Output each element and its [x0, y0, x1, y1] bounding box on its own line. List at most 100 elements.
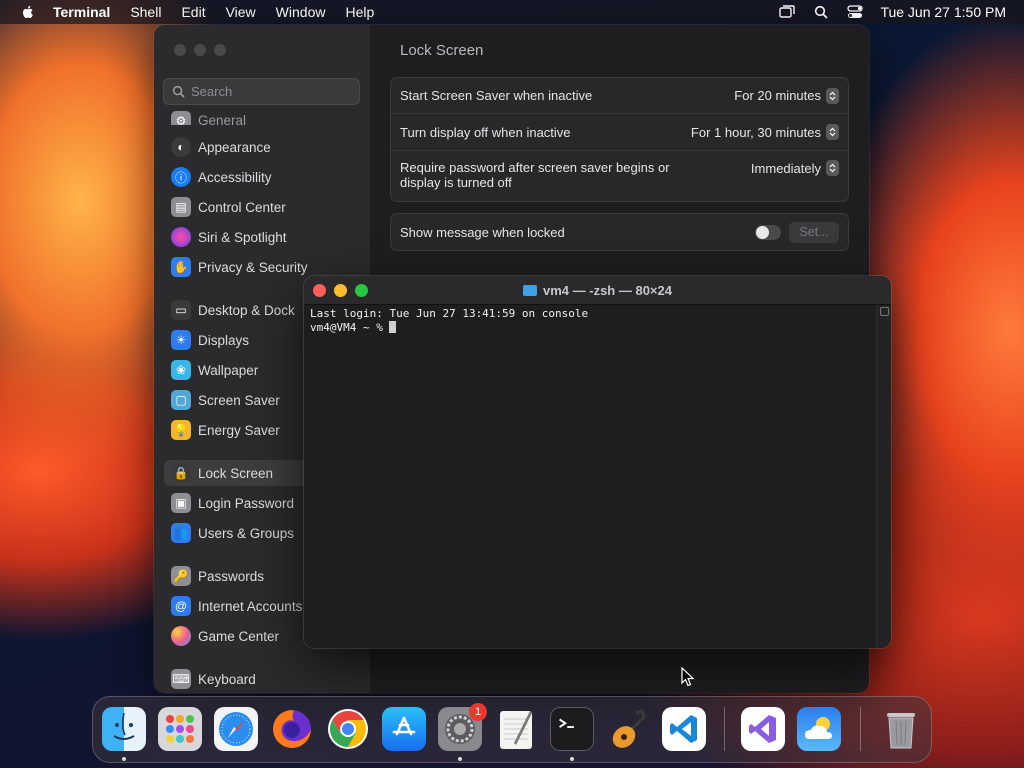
- terminal-scrollbar[interactable]: [876, 305, 891, 648]
- key-icon: 🔑: [171, 566, 191, 586]
- terminal-output[interactable]: Last login: Tue Jun 27 13:41:59 on conso…: [310, 307, 875, 648]
- menu-edit[interactable]: Edit: [181, 4, 205, 20]
- accessibility-icon: ⓘ: [171, 167, 191, 187]
- search-placeholder: Search: [191, 84, 233, 99]
- hand-icon: ✋: [171, 257, 191, 277]
- launchpad-icon[interactable]: [158, 707, 202, 751]
- weather-icon[interactable]: [797, 707, 841, 751]
- popup-value: For 20 minutes: [734, 88, 821, 103]
- require-password-popup[interactable]: Immediately: [751, 160, 839, 176]
- terminal-titlebar[interactable]: vm4 — -zsh — 80×24: [304, 276, 891, 305]
- at-icon: @: [171, 596, 191, 616]
- row-label: Require password after screen saver begi…: [400, 160, 670, 190]
- keyboard-icon: ⌨: [171, 669, 191, 689]
- visual-studio-icon[interactable]: [741, 707, 785, 751]
- control-center-icon: ▤: [171, 197, 191, 217]
- trash-icon[interactable]: [879, 707, 923, 751]
- display-off-popup[interactable]: For 1 hour, 30 minutes: [691, 124, 839, 140]
- spotlight-search-icon[interactable]: [812, 4, 830, 20]
- sidebar-item-label: Keyboard: [198, 671, 256, 687]
- menu-bar: Terminal Shell Edit View Window Help Tue…: [0, 0, 1024, 24]
- running-indicator: [570, 757, 574, 761]
- safari-icon[interactable]: [214, 707, 258, 751]
- window-controls-inactive: [174, 44, 226, 56]
- chevron-up-down-icon: [826, 160, 839, 176]
- game-center-icon: [171, 626, 191, 646]
- dock-separator: [860, 707, 861, 751]
- sidebar-item-label: Game Center: [198, 628, 280, 644]
- energy-icon: 💡: [171, 420, 191, 440]
- row-label: Show message when locked: [400, 224, 565, 240]
- menu-clock[interactable]: Tue Jun 27 1:50 PM: [880, 4, 1006, 20]
- screen-mirroring-icon[interactable]: [778, 4, 796, 20]
- terminal-icon[interactable]: [550, 707, 594, 751]
- settings-search-field[interactable]: Search: [163, 78, 360, 105]
- vscode-icon[interactable]: [662, 707, 706, 751]
- close-button[interactable]: [174, 44, 186, 56]
- menu-help[interactable]: Help: [345, 4, 374, 20]
- message-group: Show message when locked Set...: [390, 213, 849, 251]
- sidebar-item-label: Appearance: [198, 139, 271, 155]
- finder-icon[interactable]: [102, 707, 146, 751]
- sidebar-item-label: Wallpaper: [198, 362, 259, 378]
- menu-app-name[interactable]: Terminal: [53, 4, 110, 20]
- sidebar-item-label: Screen Saver: [198, 392, 280, 408]
- popup-value: For 1 hour, 30 minutes: [690, 124, 821, 140]
- sidebar-item-control-center[interactable]: ▤ Control Center: [164, 194, 360, 220]
- garageband-icon[interactable]: [606, 707, 650, 751]
- sidebar-item-label: Lock Screen: [198, 465, 274, 481]
- menu-shell[interactable]: Shell: [130, 4, 161, 20]
- folder-icon: [523, 285, 537, 296]
- sidebar-item-label: Desktop & Dock: [198, 302, 295, 318]
- set-message-button[interactable]: Set...: [789, 221, 839, 243]
- zoom-button[interactable]: [214, 44, 226, 56]
- firefox-icon[interactable]: [270, 707, 314, 751]
- screen-saver-popup[interactable]: For 20 minutes: [734, 87, 839, 104]
- chevron-up-down-icon: [826, 87, 839, 104]
- chevron-up-down-icon: [826, 124, 839, 140]
- sidebar-item-general[interactable]: ⚙ General: [164, 107, 360, 125]
- wallpaper-icon: ❀: [171, 360, 191, 380]
- terminal-title: vm4 — -zsh — 80×24: [304, 283, 891, 298]
- show-message-row: Show message when locked Set...: [391, 214, 848, 250]
- menu-window[interactable]: Window: [276, 4, 326, 20]
- sidebar-item-label: General: [198, 113, 247, 125]
- popup-value: Immediately: [750, 160, 821, 176]
- app-store-icon[interactable]: [382, 707, 426, 751]
- show-message-toggle[interactable]: [755, 224, 781, 240]
- screen-saver-row: Start Screen Saver when inactive For 20 …: [391, 78, 848, 114]
- display-off-row: Turn display off when inactive For 1 hou…: [391, 114, 848, 151]
- text-cursor: [389, 321, 397, 333]
- sidebar-item-keyboard[interactable]: ⌨ Keyboard: [164, 666, 360, 692]
- row-label-line2: display is turned off: [400, 175, 512, 190]
- users-icon: 👥: [171, 523, 191, 543]
- notification-badge: 1: [469, 703, 487, 721]
- sidebar-item-appearance[interactable]: ◐ Appearance: [164, 134, 360, 160]
- sidebar-item-label: Displays: [198, 332, 250, 348]
- sidebar-item-label: Passwords: [198, 568, 265, 584]
- minimize-button[interactable]: [194, 44, 206, 56]
- running-indicator: [122, 757, 126, 761]
- terminal-title-text: vm4 — -zsh — 80×24: [543, 283, 672, 298]
- sidebar-item-siri-spotlight[interactable]: Siri & Spotlight: [164, 224, 360, 250]
- sidebar-item-label: Privacy & Security: [198, 259, 308, 275]
- chrome-icon[interactable]: [326, 707, 370, 751]
- control-center-icon[interactable]: [846, 4, 864, 20]
- row-label-line1: Require password after screen saver begi…: [400, 160, 670, 175]
- page-title: Lock Screen: [400, 42, 484, 59]
- terminal-window: vm4 — -zsh — 80×24 Last login: Tue Jun 2…: [304, 276, 891, 648]
- textedit-icon[interactable]: [494, 707, 538, 751]
- sidebar-item-label: Users & Groups: [198, 525, 295, 541]
- menu-view[interactable]: View: [226, 4, 256, 20]
- displays-icon: ☀: [171, 330, 191, 350]
- terminal-prompt-line: vm4@VM4 ~ %: [310, 321, 875, 335]
- apple-menu-icon[interactable]: [20, 4, 36, 20]
- siri-icon: [171, 227, 191, 247]
- sidebar-item-accessibility[interactable]: ⓘ Accessibility: [164, 164, 360, 190]
- split-pane-icon[interactable]: [880, 307, 889, 316]
- sidebar-item-label: Login Password: [198, 495, 295, 511]
- sidebar-item-label: Accessibility: [198, 169, 272, 185]
- terminal-prompt: vm4@VM4 ~ %: [310, 321, 390, 334]
- row-label: Start Screen Saver when inactive: [400, 88, 593, 103]
- screen-saver-icon: ▢: [171, 390, 191, 410]
